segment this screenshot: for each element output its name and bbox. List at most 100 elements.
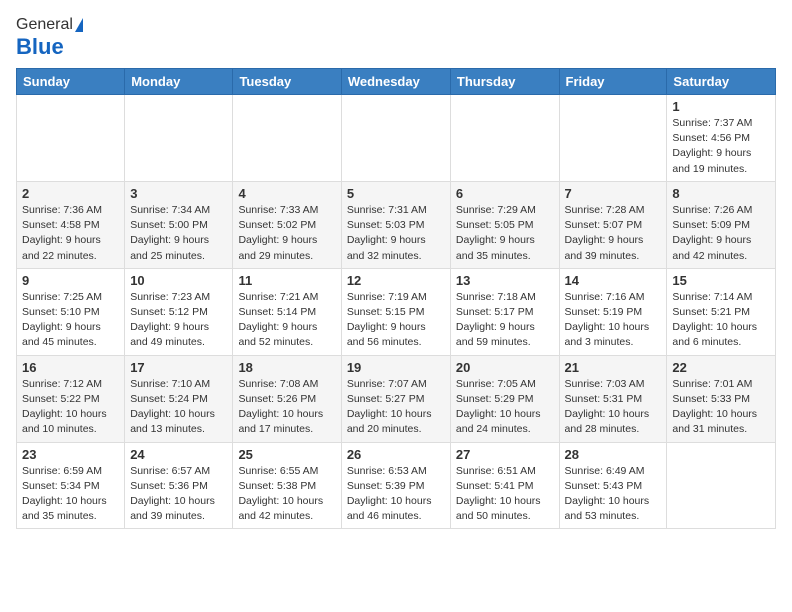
day-info: Sunrise: 7:25 AM Sunset: 5:10 PM Dayligh… xyxy=(22,290,119,351)
calendar-day-cell: 17 Sunrise: 7:10 AM Sunset: 5:24 PM Dayli… xyxy=(125,355,233,442)
calendar-day-cell: 28 Sunrise: 6:49 AM Sunset: 5:43 PM Dayli… xyxy=(559,442,667,529)
day-info: Sunrise: 7:23 AM Sunset: 5:12 PM Dayligh… xyxy=(130,290,227,351)
day-number: 13 xyxy=(456,273,554,288)
calendar-day-cell: 15Sunrise: 7:14 AM Sunset: 5:21 PM Dayli… xyxy=(667,268,776,355)
day-number: 12 xyxy=(347,273,445,288)
calendar-day-cell xyxy=(233,95,341,182)
day-number: 24 xyxy=(130,447,227,462)
day-number: 20 xyxy=(456,360,554,375)
calendar-day-cell xyxy=(450,95,559,182)
day-info: Sunrise: 7:03 AM Sunset: 5:31 PM Dayligh… xyxy=(565,377,662,438)
day-info: Sunrise: 7:29 AM Sunset: 5:05 PM Dayligh… xyxy=(456,203,554,264)
day-info: Sunrise: 6:59 AM Sunset: 5:34 PM Dayligh… xyxy=(22,464,119,525)
calendar-day-cell: 18Sunrise: 7:08 AM Sunset: 5:26 PM Dayli… xyxy=(233,355,341,442)
day-number: 25 xyxy=(238,447,335,462)
calendar-day-cell: 25Sunrise: 6:55 AM Sunset: 5:38 PM Dayli… xyxy=(233,442,341,529)
calendar-week-row: 9 Sunrise: 7:25 AM Sunset: 5:10 PM Daylig… xyxy=(17,268,776,355)
day-of-week-header: Tuesday xyxy=(233,69,341,95)
calendar-day-cell xyxy=(559,95,667,182)
calendar-day-cell: 16 Sunrise: 7:12 AM Sunset: 5:22 PM Dayli… xyxy=(17,355,125,442)
day-number: 9 xyxy=(22,273,119,288)
day-info: Sunrise: 7:26 AM Sunset: 5:09 PM Dayligh… xyxy=(672,203,770,264)
calendar-day-cell: 12 Sunrise: 7:19 AM Sunset: 5:15 PM Dayli… xyxy=(341,268,450,355)
calendar-week-row: 23 Sunrise: 6:59 AM Sunset: 5:34 PM Dayli… xyxy=(17,442,776,529)
day-info: Sunrise: 7:36 AM Sunset: 4:58 PM Dayligh… xyxy=(22,203,119,264)
logo-icon xyxy=(75,18,83,32)
day-info: Sunrise: 7:10 AM Sunset: 5:24 PM Dayligh… xyxy=(130,377,227,438)
day-info: Sunrise: 6:57 AM Sunset: 5:36 PM Dayligh… xyxy=(130,464,227,525)
calendar-day-cell: 6 Sunrise: 7:29 AM Sunset: 5:05 PM Daylig… xyxy=(450,181,559,268)
calendar-day-cell: 3 Sunrise: 7:34 AM Sunset: 5:00 PM Daylig… xyxy=(125,181,233,268)
day-number: 27 xyxy=(456,447,554,462)
calendar-day-cell: 14 Sunrise: 7:16 AM Sunset: 5:19 PM Dayli… xyxy=(559,268,667,355)
calendar-day-cell: 10 Sunrise: 7:23 AM Sunset: 5:12 PM Dayli… xyxy=(125,268,233,355)
day-number: 10 xyxy=(130,273,227,288)
day-number: 7 xyxy=(565,186,662,201)
day-info: Sunrise: 7:37 AM Sunset: 4:56 PM Dayligh… xyxy=(672,116,770,177)
calendar-day-cell: 11Sunrise: 7:21 AM Sunset: 5:14 PM Dayli… xyxy=(233,268,341,355)
logo-general-text: General xyxy=(16,16,73,34)
calendar-day-cell xyxy=(667,442,776,529)
day-info: Sunrise: 6:51 AM Sunset: 5:41 PM Dayligh… xyxy=(456,464,554,525)
calendar-day-cell: 26 Sunrise: 6:53 AM Sunset: 5:39 PM Dayli… xyxy=(341,442,450,529)
day-info: Sunrise: 7:31 AM Sunset: 5:03 PM Dayligh… xyxy=(347,203,445,264)
day-of-week-header: Friday xyxy=(559,69,667,95)
day-info: Sunrise: 7:33 AM Sunset: 5:02 PM Dayligh… xyxy=(238,203,335,264)
day-info: Sunrise: 7:34 AM Sunset: 5:00 PM Dayligh… xyxy=(130,203,227,264)
calendar-day-cell: 21 Sunrise: 7:03 AM Sunset: 5:31 PM Dayli… xyxy=(559,355,667,442)
day-info: Sunrise: 7:18 AM Sunset: 5:17 PM Dayligh… xyxy=(456,290,554,351)
day-number: 6 xyxy=(456,186,554,201)
day-info: Sunrise: 6:53 AM Sunset: 5:39 PM Dayligh… xyxy=(347,464,445,525)
day-number: 5 xyxy=(347,186,445,201)
day-number: 19 xyxy=(347,360,445,375)
calendar-week-row: 16 Sunrise: 7:12 AM Sunset: 5:22 PM Dayli… xyxy=(17,355,776,442)
logo: General Blue xyxy=(16,16,83,60)
day-info: Sunrise: 6:49 AM Sunset: 5:43 PM Dayligh… xyxy=(565,464,662,525)
day-info: Sunrise: 7:28 AM Sunset: 5:07 PM Dayligh… xyxy=(565,203,662,264)
day-number: 23 xyxy=(22,447,119,462)
calendar-day-cell: 9 Sunrise: 7:25 AM Sunset: 5:10 PM Daylig… xyxy=(17,268,125,355)
day-of-week-header: Thursday xyxy=(450,69,559,95)
day-info: Sunrise: 7:08 AM Sunset: 5:26 PM Dayligh… xyxy=(238,377,335,438)
day-number: 28 xyxy=(565,447,662,462)
calendar-day-cell: 8 Sunrise: 7:26 AM Sunset: 5:09 PM Daylig… xyxy=(667,181,776,268)
calendar-table: SundayMondayTuesdayWednesdayThursdayFrid… xyxy=(16,68,776,529)
calendar-day-cell: 1 Sunrise: 7:37 AM Sunset: 4:56 PM Daylig… xyxy=(667,95,776,182)
logo-blue-text: Blue xyxy=(16,34,64,60)
day-number: 21 xyxy=(565,360,662,375)
calendar-day-cell: 2Sunrise: 7:36 AM Sunset: 4:58 PM Daylig… xyxy=(17,181,125,268)
day-number: 14 xyxy=(565,273,662,288)
day-info: Sunrise: 7:14 AM Sunset: 5:21 PM Dayligh… xyxy=(672,290,770,351)
calendar-day-cell xyxy=(17,95,125,182)
day-info: Sunrise: 7:12 AM Sunset: 5:22 PM Dayligh… xyxy=(22,377,119,438)
day-number: 26 xyxy=(347,447,445,462)
day-number: 1 xyxy=(672,99,770,114)
day-number: 8 xyxy=(672,186,770,201)
calendar-day-cell: 22 Sunrise: 7:01 AM Sunset: 5:33 PM Dayli… xyxy=(667,355,776,442)
calendar-day-cell: 7 Sunrise: 7:28 AM Sunset: 5:07 PM Daylig… xyxy=(559,181,667,268)
calendar-day-cell: 5 Sunrise: 7:31 AM Sunset: 5:03 PM Daylig… xyxy=(341,181,450,268)
calendar-day-cell xyxy=(125,95,233,182)
calendar-day-cell: 23 Sunrise: 6:59 AM Sunset: 5:34 PM Dayli… xyxy=(17,442,125,529)
calendar-day-cell: 13 Sunrise: 7:18 AM Sunset: 5:17 PM Dayli… xyxy=(450,268,559,355)
day-info: Sunrise: 7:16 AM Sunset: 5:19 PM Dayligh… xyxy=(565,290,662,351)
calendar-week-row: 1 Sunrise: 7:37 AM Sunset: 4:56 PM Daylig… xyxy=(17,95,776,182)
day-info: Sunrise: 7:05 AM Sunset: 5:29 PM Dayligh… xyxy=(456,377,554,438)
calendar-day-cell xyxy=(341,95,450,182)
day-number: 11 xyxy=(238,273,335,288)
calendar-day-cell: 27 Sunrise: 6:51 AM Sunset: 5:41 PM Dayli… xyxy=(450,442,559,529)
day-number: 16 xyxy=(22,360,119,375)
calendar-week-row: 2Sunrise: 7:36 AM Sunset: 4:58 PM Daylig… xyxy=(17,181,776,268)
day-of-week-header: Saturday xyxy=(667,69,776,95)
day-number: 17 xyxy=(130,360,227,375)
day-number: 22 xyxy=(672,360,770,375)
day-info: Sunrise: 7:01 AM Sunset: 5:33 PM Dayligh… xyxy=(672,377,770,438)
calendar-header-row: SundayMondayTuesdayWednesdayThursdayFrid… xyxy=(17,69,776,95)
day-info: Sunrise: 7:19 AM Sunset: 5:15 PM Dayligh… xyxy=(347,290,445,351)
page-header: General Blue xyxy=(16,16,776,60)
day-number: 3 xyxy=(130,186,227,201)
calendar-day-cell: 4 Sunrise: 7:33 AM Sunset: 5:02 PM Daylig… xyxy=(233,181,341,268)
day-number: 4 xyxy=(238,186,335,201)
day-of-week-header: Monday xyxy=(125,69,233,95)
calendar-day-cell: 20 Sunrise: 7:05 AM Sunset: 5:29 PM Dayli… xyxy=(450,355,559,442)
